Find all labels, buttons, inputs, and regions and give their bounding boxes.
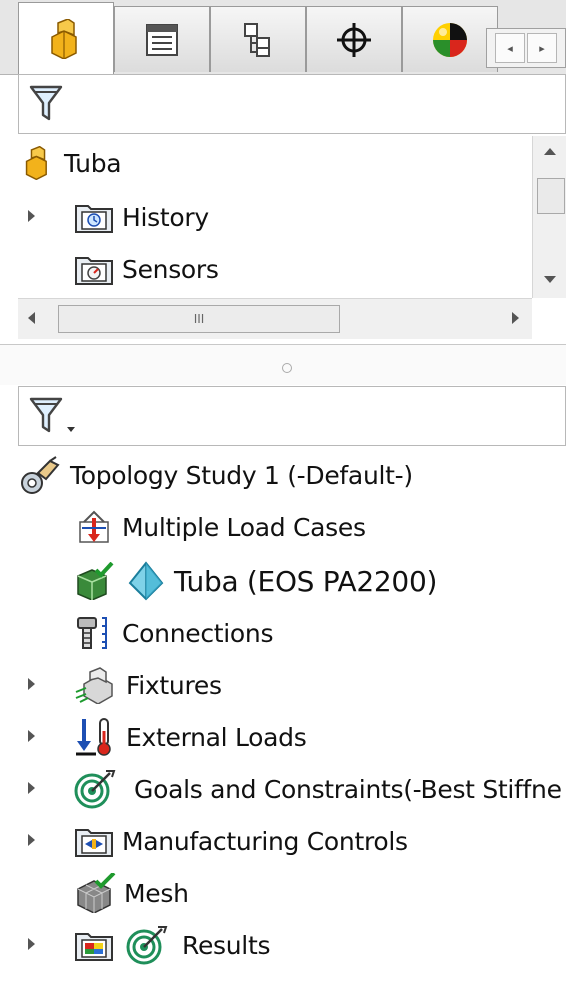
manufacturing-controls-icon bbox=[75, 829, 113, 857]
featuremanager-tab[interactable] bbox=[18, 2, 114, 74]
feature-tree-filter[interactable] bbox=[18, 74, 566, 134]
manufacturing-controls-label: Manufacturing Controls bbox=[122, 826, 408, 856]
vertical-scroll-thumb[interactable] bbox=[537, 178, 565, 214]
results-folder-icon bbox=[75, 933, 113, 961]
pane-splitter[interactable] bbox=[0, 344, 566, 385]
tree-root-topology-study[interactable]: Topology Study 1 (-Default-) bbox=[18, 450, 413, 500]
tree-item-results[interactable]: Results bbox=[28, 920, 271, 970]
expand-arrow-icon[interactable] bbox=[28, 938, 35, 950]
material-pyramid-icon bbox=[128, 561, 164, 601]
filter-dropdown-icon bbox=[29, 397, 75, 433]
scroll-left-arrow-icon[interactable] bbox=[28, 312, 35, 324]
fixtures-label: Fixtures bbox=[126, 670, 222, 700]
expand-arrow-icon[interactable] bbox=[28, 210, 35, 222]
tree-root-part[interactable]: Tuba bbox=[20, 138, 122, 188]
tree-item-manufacturing-controls[interactable]: Manufacturing Controls bbox=[28, 816, 408, 866]
goals-target-icon bbox=[126, 926, 168, 965]
mesh-label: Mesh bbox=[124, 878, 189, 908]
color-sphere-icon bbox=[433, 22, 467, 57]
scroll-down-arrow-icon[interactable] bbox=[544, 276, 556, 283]
topology-study-icon bbox=[21, 456, 60, 494]
dimxpert-tab[interactable] bbox=[306, 6, 402, 72]
scroll-right-arrow-icon[interactable] bbox=[512, 312, 519, 324]
tab-scroll-left-button[interactable]: ◂ bbox=[495, 33, 525, 63]
horizontal-scroll-thumb[interactable]: III bbox=[58, 305, 340, 333]
goals-target-icon bbox=[74, 770, 116, 809]
part-icon bbox=[25, 146, 47, 180]
configuration-icon bbox=[244, 22, 270, 57]
filter-icon bbox=[29, 85, 63, 121]
history-folder-icon bbox=[75, 205, 113, 233]
scroll-up-arrow-icon[interactable] bbox=[544, 148, 556, 155]
study-name: Topology Study 1 (-Default-) bbox=[70, 460, 413, 490]
tree-item-mesh[interactable]: Mesh bbox=[74, 868, 189, 918]
part-icon bbox=[51, 18, 77, 59]
tree-item-sensors[interactable]: Sensors bbox=[74, 244, 219, 294]
configurationmanager-tab[interactable] bbox=[210, 6, 306, 72]
solid-body-label: Tuba (EOS PA2200) bbox=[174, 564, 438, 598]
scroll-grip: III bbox=[193, 312, 205, 326]
external-loads-icon bbox=[76, 718, 111, 756]
splitter-grip-icon bbox=[282, 363, 292, 373]
property-list-icon bbox=[146, 23, 178, 56]
display-manager-tab[interactable] bbox=[402, 6, 498, 72]
fixtures-icon bbox=[75, 667, 113, 704]
sensors-folder-icon bbox=[75, 257, 113, 285]
tree-item-multiple-load-cases[interactable]: Multiple Load Cases bbox=[74, 502, 366, 552]
crosshair-icon bbox=[337, 22, 371, 57]
solid-body-check-icon bbox=[77, 562, 114, 600]
external-loads-label: External Loads bbox=[126, 722, 307, 752]
history-label: History bbox=[122, 202, 209, 232]
tree-item-solid-body[interactable]: Tuba (EOS PA2200) bbox=[74, 556, 437, 606]
feature-tree-horizontal-scrollbar[interactable]: III bbox=[18, 298, 532, 339]
expand-arrow-icon[interactable] bbox=[28, 730, 35, 742]
goals-label: Goals and Constraints(-Best Stiffne bbox=[134, 774, 562, 804]
connections-icon bbox=[77, 617, 107, 649]
tree-item-external-loads[interactable]: External Loads bbox=[28, 712, 307, 762]
sensors-label: Sensors bbox=[122, 254, 219, 284]
connections-label: Connections bbox=[122, 618, 274, 648]
results-label: Results bbox=[182, 930, 271, 960]
tree-item-fixtures[interactable]: Fixtures bbox=[28, 660, 222, 710]
load-cases-label: Multiple Load Cases bbox=[122, 512, 366, 542]
tree-item-connections[interactable]: Connections bbox=[74, 608, 273, 658]
study-tree-filter[interactable] bbox=[18, 386, 566, 446]
expand-arrow-icon[interactable] bbox=[28, 834, 35, 846]
load-cases-icon bbox=[79, 510, 109, 543]
tree-item-goals-constraints[interactable]: Goals and Constraints(-Best Stiffne bbox=[28, 764, 562, 814]
propertymanager-tab[interactable] bbox=[114, 6, 210, 72]
mesh-icon bbox=[77, 873, 116, 913]
manager-tab-strip: ◂ ▸ bbox=[0, 0, 566, 75]
feature-tree-vertical-scrollbar[interactable] bbox=[532, 136, 566, 298]
tab-scroll-right-button[interactable]: ▸ bbox=[527, 33, 557, 63]
tree-item-history[interactable]: History bbox=[28, 192, 209, 242]
part-name: Tuba bbox=[64, 148, 122, 178]
expand-arrow-icon[interactable] bbox=[28, 678, 35, 690]
expand-arrow-icon[interactable] bbox=[28, 782, 35, 794]
tab-scroll-arrows: ◂ ▸ bbox=[486, 28, 566, 68]
